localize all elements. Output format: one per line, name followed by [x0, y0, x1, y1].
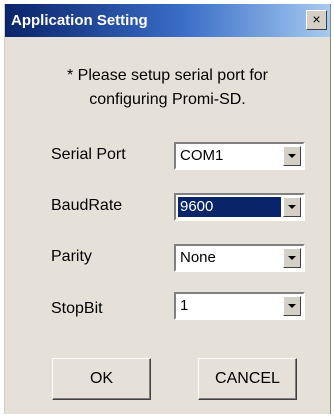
title-bar[interactable]: Application Setting ×: [5, 4, 330, 37]
parity-select[interactable]: None: [174, 244, 305, 272]
baud-rate-label: BaudRate: [51, 197, 123, 214]
close-button[interactable]: ×: [306, 10, 327, 30]
serial-port-label: Serial Port: [51, 146, 126, 163]
chevron-down-icon[interactable]: [283, 296, 301, 316]
message-line-1: * Please setup serial port for: [67, 67, 268, 84]
application-setting-dialog: Application Setting × * Please setup ser…: [4, 4, 331, 414]
stop-bit-value: 1: [180, 297, 189, 314]
stop-bit-select[interactable]: 1: [174, 292, 305, 320]
baud-rate-select[interactable]: 9600: [174, 193, 305, 221]
chevron-down-icon[interactable]: [283, 197, 301, 217]
close-icon: ×: [312, 11, 321, 27]
serial-port-select[interactable]: COM1: [174, 142, 305, 170]
parity-value: None: [180, 249, 216, 266]
stop-bit-label: StopBit: [51, 300, 103, 317]
instruction-message: * Please setup serial port for configuri…: [5, 64, 330, 112]
ok-button[interactable]: OK: [52, 358, 151, 400]
message-line-2: configuring Promi-SD.: [89, 91, 246, 108]
serial-port-value: COM1: [180, 147, 224, 164]
cancel-button[interactable]: CANCEL: [198, 358, 297, 400]
baud-rate-value: 9600: [178, 197, 281, 217]
chevron-down-icon[interactable]: [283, 146, 301, 166]
parity-label: Parity: [51, 248, 92, 265]
window-title: Application Setting: [11, 12, 148, 29]
chevron-down-icon[interactable]: [283, 248, 301, 268]
